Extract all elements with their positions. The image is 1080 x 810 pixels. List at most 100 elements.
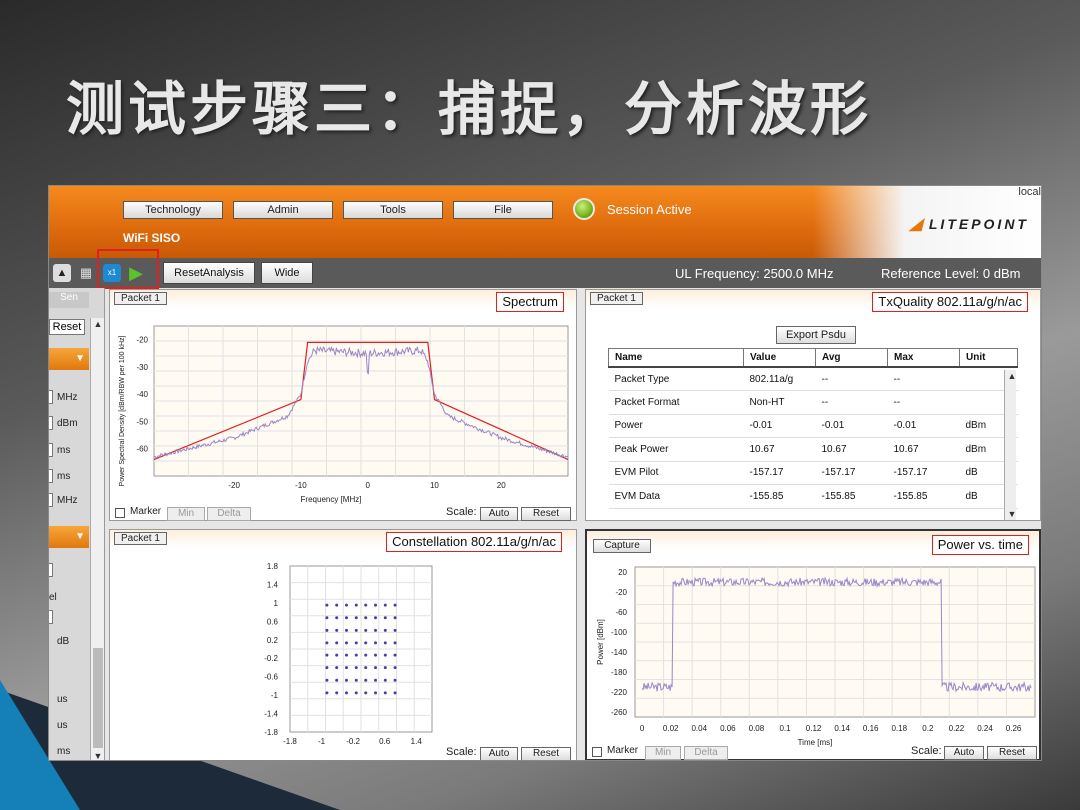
column-header[interactable]: Name xyxy=(608,348,744,368)
reset-scale-button[interactable]: Reset xyxy=(521,747,571,760)
constellation-point xyxy=(354,653,358,657)
reset-scale-button[interactable]: Reset xyxy=(521,507,571,521)
power-vs-time-chart: 20 -20 -60 -100 -140 -180 -220 -260 0 0.02 0.04 0.0… xyxy=(596,566,1036,747)
constellation-point xyxy=(364,641,368,645)
settings-field[interactable] xyxy=(49,443,53,457)
table-cell: -0.01 xyxy=(743,414,816,438)
x-tick-label: -20 xyxy=(228,481,240,490)
scroll-up-icon[interactable]: ▲ xyxy=(92,319,104,329)
constellation-point xyxy=(364,678,368,682)
table-cell: -155.85 xyxy=(743,484,816,509)
settings-field[interactable] xyxy=(49,493,53,507)
constellation-point xyxy=(374,678,378,682)
x-tick-label: 0.06 xyxy=(720,724,736,733)
y-tick-label: -40 xyxy=(136,390,148,399)
auto-scale-button[interactable]: Auto xyxy=(480,507,518,521)
constellation-point xyxy=(374,691,378,695)
reset-analysis-button[interactable]: ResetAnalysis xyxy=(163,262,255,284)
reset-scale-button[interactable]: Reset xyxy=(987,746,1037,760)
table-row[interactable]: Packet Type 802.11a/g -- -- xyxy=(608,367,1018,391)
table-cell: 10.67 xyxy=(887,437,960,462)
wide-button[interactable]: Wide xyxy=(261,262,313,284)
constellation-panel: Packet 1 Constellation 802.11a/g/n/ac 1.… xyxy=(109,529,577,760)
scale-label: Scale: xyxy=(446,506,477,518)
table-cell: -157.17 xyxy=(887,461,960,485)
slide-title: 测试步骤三：捕捉，分析波形 xyxy=(66,75,873,143)
scroll-down-icon[interactable]: ▼ xyxy=(92,751,104,760)
menu-tools[interactable]: Tools xyxy=(343,201,443,219)
marker-checkbox[interactable] xyxy=(115,508,125,518)
export-psdu-button[interactable]: Export Psdu xyxy=(776,326,856,344)
x-tick-label: 0.2 xyxy=(922,724,934,733)
table-row[interactable]: Packet Format Non-HT -- -- xyxy=(608,390,1018,415)
left-panel-scrollbar[interactable]: ▲ ▼ xyxy=(90,318,104,760)
table-cell: EVM Data xyxy=(608,484,744,509)
x-axis-label: Time [ms] xyxy=(798,738,833,747)
delta-button[interactable]: Delta xyxy=(684,746,728,760)
settings-field[interactable] xyxy=(49,469,53,483)
litepoint-app-window: Technology Admin Tools File Session Acti… xyxy=(48,185,1042,761)
menu-admin[interactable]: Admin xyxy=(233,201,333,219)
constellation-point xyxy=(344,678,348,682)
constellation-point xyxy=(393,641,397,645)
table-row[interactable]: Peak Power 10.67 10.67 10.67 dBm xyxy=(608,437,1018,462)
min-button[interactable]: Min xyxy=(167,507,205,521)
y-tick-label: -140 xyxy=(611,648,628,657)
column-header[interactable]: Unit xyxy=(959,348,1018,368)
column-header[interactable]: Value xyxy=(743,348,816,368)
section-toggle-2[interactable]: ▼ xyxy=(49,526,89,548)
table-cell: -157.17 xyxy=(815,461,888,485)
y-tick-label: -20 xyxy=(136,336,148,345)
x-tick-label: -1.8 xyxy=(283,737,297,746)
marker-checkbox[interactable] xyxy=(592,747,602,757)
unit-label: us xyxy=(57,720,68,731)
min-button[interactable]: Min xyxy=(645,746,681,760)
mode-label: WiFi SISO xyxy=(123,231,181,245)
table-row[interactable]: EVM Data -155.85 -155.85 -155.85 dB xyxy=(608,484,1018,509)
calculator-icon[interactable]: ▦ xyxy=(77,264,95,282)
y-tick-label: 20 xyxy=(618,568,627,577)
table-cell: -- xyxy=(887,367,960,391)
table-cell: -0.01 xyxy=(815,414,888,438)
y-tick-label: 1 xyxy=(274,599,279,608)
settings-field[interactable] xyxy=(49,390,53,404)
x-tick-label: 0 xyxy=(365,481,370,490)
constellation-point xyxy=(374,628,378,632)
column-header[interactable]: Max xyxy=(887,348,960,368)
constellation-point xyxy=(344,628,348,632)
y-tick-label: -180 xyxy=(611,668,628,677)
scale-label: Scale: xyxy=(446,746,477,758)
auto-scale-button[interactable]: Auto xyxy=(944,746,984,760)
delta-button[interactable]: Delta xyxy=(207,507,251,521)
scroll-up-icon[interactable]: ▲ xyxy=(1006,371,1018,381)
menu-file[interactable]: File xyxy=(453,201,553,219)
y-tick-label: -1.4 xyxy=(264,710,278,719)
constellation-point xyxy=(383,641,387,645)
scroll-thumb[interactable] xyxy=(93,648,103,748)
constellation-point xyxy=(344,641,348,645)
settings-field[interactable] xyxy=(49,416,53,430)
scroll-down-icon[interactable]: ▼ xyxy=(1006,509,1018,519)
table-cell: -0.01 xyxy=(887,414,960,438)
settings-field[interactable] xyxy=(49,610,53,624)
column-header[interactable]: Avg xyxy=(815,348,888,368)
table-row[interactable]: EVM Pilot -157.17 -157.17 -157.17 dB xyxy=(608,461,1018,485)
constellation-point xyxy=(354,666,358,670)
constellation-point xyxy=(364,603,368,607)
constellation-point xyxy=(344,691,348,695)
table-row[interactable]: Power -0.01 -0.01 -0.01 dBm xyxy=(608,414,1018,438)
constellation-point xyxy=(325,666,329,670)
table-cell: Packet Type xyxy=(608,367,744,391)
constellation-chart: 1.8 1.4 1 0.6 0.2 -0.2 -0.6 -1 -1.4 -1.8 -1.8 -1 -0.… xyxy=(264,562,433,746)
table-cell: 10.67 xyxy=(815,437,888,462)
txquality-scrollbar[interactable]: ▲ ▼ xyxy=(1004,370,1016,520)
settings-field[interactable] xyxy=(49,563,53,577)
home-icon[interactable]: ▲ xyxy=(53,264,71,282)
constellation-point xyxy=(335,653,339,657)
txquality-packet-tab[interactable]: Packet 1 xyxy=(590,292,643,305)
auto-scale-button[interactable]: Auto xyxy=(480,747,518,760)
left-reset-button[interactable]: Reset xyxy=(49,319,85,335)
left-panel-tab[interactable]: Sen xyxy=(49,292,89,308)
section-toggle-1[interactable]: ▼ xyxy=(49,348,89,370)
menu-technology[interactable]: Technology xyxy=(123,201,223,219)
